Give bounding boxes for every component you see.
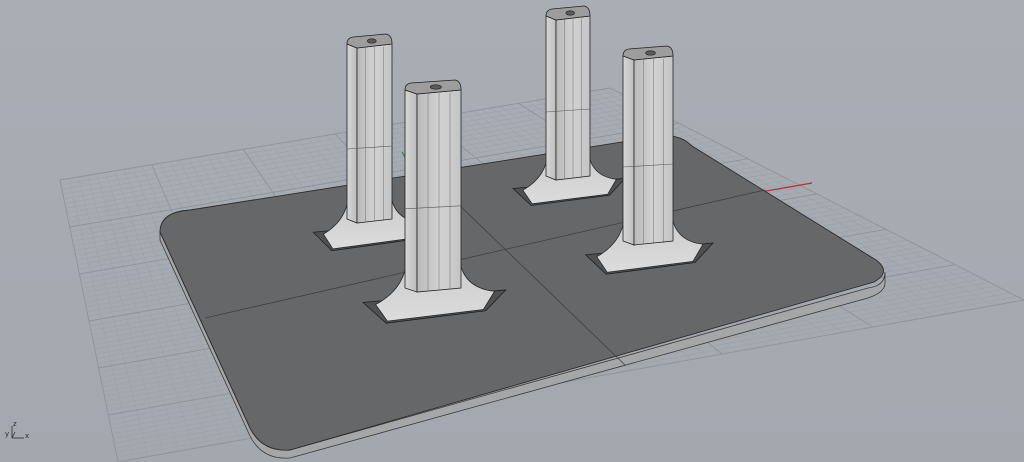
post-side-face xyxy=(404,89,418,293)
post-side-face xyxy=(346,43,358,224)
post-side-face xyxy=(545,15,557,181)
gizmo-y-label: y xyxy=(5,430,10,438)
perspective-viewport[interactable]: x y z xyxy=(0,0,1024,462)
gizmo-x-label: x xyxy=(25,432,30,440)
post-side-face xyxy=(622,55,635,246)
post-top-hole xyxy=(565,10,575,16)
post-top-hole xyxy=(366,38,377,44)
post-top-hole xyxy=(645,50,656,56)
viewport-canvas[interactable] xyxy=(0,0,1024,462)
gizmo-z-label: z xyxy=(13,420,17,428)
post-top-hole xyxy=(429,84,442,90)
